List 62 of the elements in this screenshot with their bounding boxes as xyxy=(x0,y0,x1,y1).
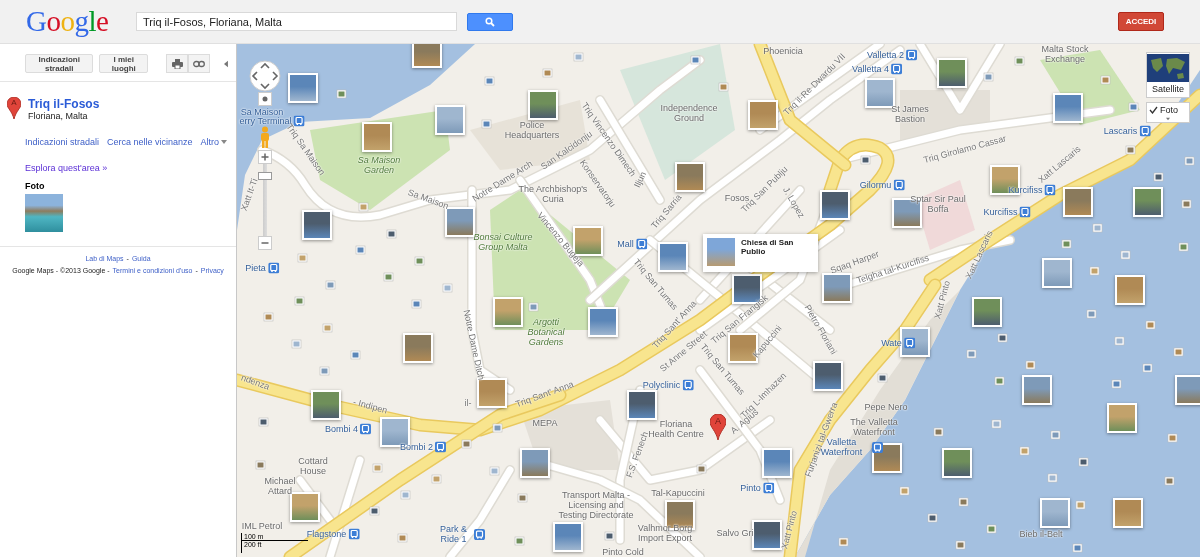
action-link[interactable]: Cerca nelle vicinanze xyxy=(107,137,193,147)
street-label: Sa Maison xyxy=(406,188,450,212)
stop-label: Mall xyxy=(617,239,634,249)
street-label: Xatt It-Ti xyxy=(239,177,261,213)
place-label: St James Bastion xyxy=(890,105,930,125)
action-link[interactable]: Indicazioni stradali xyxy=(25,137,100,147)
stop-label: Sa Maison xyxy=(240,108,284,118)
place-label: Pepe Nero xyxy=(864,403,908,413)
place-label: Bieb il-Belt xyxy=(1019,530,1063,540)
street-label: Xatt Pinto xyxy=(933,279,953,321)
street-label: Triq Sant' Anna xyxy=(514,379,576,411)
stop-label: erry Terminal xyxy=(239,116,292,126)
place-marker: A xyxy=(7,97,21,119)
google-logo[interactable]: Google xyxy=(26,5,136,38)
stop-label: Gilormu xyxy=(859,180,892,190)
search-field[interactable]: Triq il-Fosos, Floriana, Malta xyxy=(136,12,457,31)
park-label: Argotti Botanical Gardens xyxy=(526,318,566,348)
panel-button[interactable]: Indicazioni stradali xyxy=(25,54,94,73)
stop-label: Bombi 2 xyxy=(400,442,433,452)
stop-label: Valletta 4 xyxy=(852,64,889,74)
stop-label: Pieta xyxy=(245,263,266,273)
park-label: Sa Maison Garden xyxy=(356,156,402,176)
street-label: Xatt Pinto xyxy=(780,509,800,551)
place-address: Floriana, Malta xyxy=(28,111,89,121)
place-label: Salvo Gri xyxy=(716,529,754,539)
info-window-title: Chiesa di San Publio xyxy=(741,238,795,258)
place-label: Valhmor Borg Import Export xyxy=(636,524,694,544)
photo-layer-option[interactable]: Foto xyxy=(1146,102,1190,123)
street-label: Notre Dame Ditch xyxy=(460,309,486,381)
street-label: Triq Girolamo Cassar xyxy=(922,134,1008,166)
stop-label: Bombi 4 xyxy=(325,424,358,434)
place-label: Fosos xyxy=(724,194,750,204)
street-label: il- xyxy=(464,399,472,409)
street-label: - Indipen xyxy=(351,397,389,417)
stop-label: Lascaris xyxy=(1103,126,1138,136)
stop-label: Polyclinic xyxy=(642,380,681,390)
place-label: Independence Ground xyxy=(659,104,719,124)
place-label: IML Petrol xyxy=(241,522,283,532)
explore-link[interactable]: Esplora quest'area » xyxy=(25,163,108,173)
panel-button[interactable]: I miei luoghi xyxy=(99,54,149,73)
stop-label: Valletta 2 xyxy=(867,50,904,60)
place-label: Pinto Cold xyxy=(602,548,644,557)
stop-label: Kurcifiss xyxy=(983,207,1018,217)
place-label: Sptar Sir Paul Boffa xyxy=(909,195,967,215)
place-label: Transport Malta - Licensing and Testing Directorate xyxy=(557,491,635,521)
place-title[interactable]: Triq il-Fosos xyxy=(28,97,100,111)
stop-label: Pinto xyxy=(740,483,761,493)
photos-heading: Foto xyxy=(25,181,45,191)
place-label: Cottard House xyxy=(297,457,329,477)
street-label: ndenza xyxy=(239,373,271,393)
place-label: MEPA xyxy=(532,419,558,429)
place-label: Malta Stock Exchange xyxy=(1040,45,1090,65)
place-label: Tal-Kapuccini xyxy=(651,489,705,499)
more-menu[interactable]: Altro xyxy=(200,137,228,147)
park-label: Bonsai Culture Group Malta xyxy=(472,233,534,253)
stop-label: Park & Ride 1 xyxy=(439,525,468,545)
sign-in-button[interactable]: ACCEDI xyxy=(1118,12,1164,31)
street-label: Iljun xyxy=(633,170,649,190)
satellite-button[interactable]: Satellite xyxy=(1146,52,1190,98)
place-label: Floriana Health Centre xyxy=(648,420,704,440)
place-label: Michael Attard xyxy=(263,477,297,497)
place-label: The Valletta Waterfront xyxy=(849,418,899,438)
